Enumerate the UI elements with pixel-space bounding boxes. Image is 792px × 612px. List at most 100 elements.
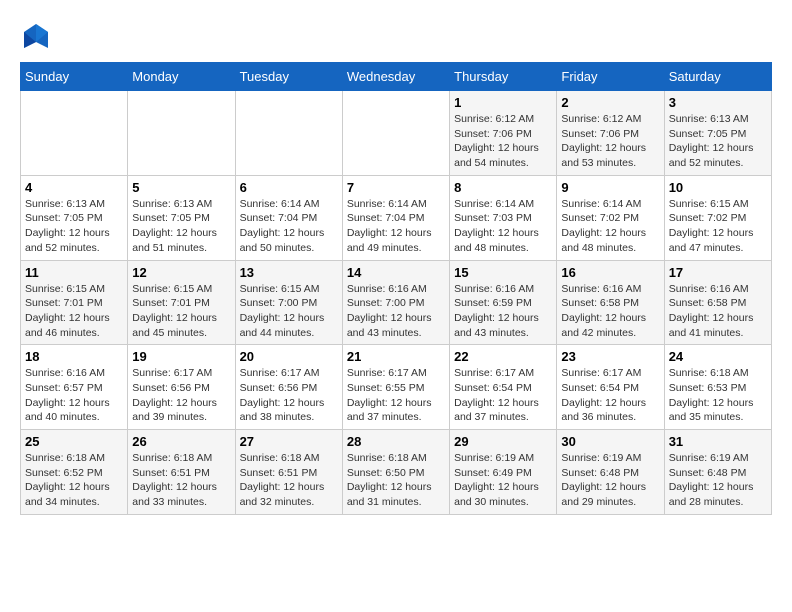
day-info: Sunrise: 6:16 AM Sunset: 6:58 PM Dayligh… xyxy=(561,282,659,341)
day-number: 5 xyxy=(132,180,230,195)
day-info: Sunrise: 6:19 AM Sunset: 6:48 PM Dayligh… xyxy=(669,451,767,510)
week-row-5: 25Sunrise: 6:18 AM Sunset: 6:52 PM Dayli… xyxy=(21,430,772,515)
day-number: 13 xyxy=(240,265,338,280)
day-info: Sunrise: 6:17 AM Sunset: 6:54 PM Dayligh… xyxy=(454,366,552,425)
calendar-cell xyxy=(342,91,449,176)
day-info: Sunrise: 6:13 AM Sunset: 7:05 PM Dayligh… xyxy=(25,197,123,256)
day-info: Sunrise: 6:14 AM Sunset: 7:04 PM Dayligh… xyxy=(240,197,338,256)
weekday-header-tuesday: Tuesday xyxy=(235,63,342,91)
calendar-cell: 23 Sunrise: 6:17 AM Sunset: 6:54 PM Dayli… xyxy=(557,345,664,430)
calendar-cell: 8 Sunrise: 6:14 AM Sunset: 7:03 PM Daylig… xyxy=(450,175,557,260)
day-number: 29 xyxy=(454,434,552,449)
day-info: Sunrise: 6:15 AM Sunset: 7:01 PM Dayligh… xyxy=(25,282,123,341)
day-info: Sunrise: 6:15 AM Sunset: 7:00 PM Dayligh… xyxy=(240,282,338,341)
day-number: 25 xyxy=(25,434,123,449)
day-info: Sunrise: 6:18 AM Sunset: 6:53 PM Dayligh… xyxy=(669,366,767,425)
week-row-1: 1 Sunrise: 6:12 AM Sunset: 7:06 PM Daylig… xyxy=(21,91,772,176)
weekday-header-friday: Friday xyxy=(557,63,664,91)
day-info: Sunrise: 6:18 AM Sunset: 6:51 PM Dayligh… xyxy=(132,451,230,510)
calendar-cell: 9Sunrise: 6:14 AM Sunset: 7:02 PM Daylig… xyxy=(557,175,664,260)
day-number: 15 xyxy=(454,265,552,280)
week-row-3: 11 Sunrise: 6:15 AM Sunset: 7:01 PM Dayli… xyxy=(21,260,772,345)
day-number: 11 xyxy=(25,265,123,280)
day-number: 17 xyxy=(669,265,767,280)
day-info: Sunrise: 6:13 AM Sunset: 7:05 PM Dayligh… xyxy=(132,197,230,256)
day-number: 4 xyxy=(25,180,123,195)
page-header xyxy=(20,20,772,52)
week-row-4: 18 Sunrise: 6:16 AM Sunset: 6:57 PM Dayli… xyxy=(21,345,772,430)
day-info: Sunrise: 6:13 AM Sunset: 7:05 PM Dayligh… xyxy=(669,112,767,171)
calendar-cell: 17Sunrise: 6:16 AM Sunset: 6:58 PM Dayli… xyxy=(664,260,771,345)
day-info: Sunrise: 6:17 AM Sunset: 6:54 PM Dayligh… xyxy=(561,366,659,425)
calendar-cell: 10 Sunrise: 6:15 AM Sunset: 7:02 PM Dayli… xyxy=(664,175,771,260)
day-number: 26 xyxy=(132,434,230,449)
day-number: 14 xyxy=(347,265,445,280)
calendar-cell: 28 Sunrise: 6:18 AM Sunset: 6:50 PM Dayli… xyxy=(342,430,449,515)
calendar-cell: 27Sunrise: 6:18 AM Sunset: 6:51 PM Dayli… xyxy=(235,430,342,515)
day-number: 3 xyxy=(669,95,767,110)
calendar-cell: 4 Sunrise: 6:13 AM Sunset: 7:05 PM Daylig… xyxy=(21,175,128,260)
logo-icon xyxy=(20,20,52,52)
day-number: 21 xyxy=(347,349,445,364)
calendar-body: 1 Sunrise: 6:12 AM Sunset: 7:06 PM Daylig… xyxy=(21,91,772,515)
calendar-cell: 5 Sunrise: 6:13 AM Sunset: 7:05 PM Daylig… xyxy=(128,175,235,260)
calendar-cell: 1 Sunrise: 6:12 AM Sunset: 7:06 PM Daylig… xyxy=(450,91,557,176)
calendar-cell: 30 Sunrise: 6:19 AM Sunset: 6:48 PM Dayli… xyxy=(557,430,664,515)
day-number: 18 xyxy=(25,349,123,364)
day-info: Sunrise: 6:14 AM Sunset: 7:02 PM Dayligh… xyxy=(561,197,659,256)
calendar-cell xyxy=(235,91,342,176)
day-info: Sunrise: 6:16 AM Sunset: 7:00 PM Dayligh… xyxy=(347,282,445,341)
day-number: 23 xyxy=(561,349,659,364)
calendar-table: SundayMondayTuesdayWednesdayThursdayFrid… xyxy=(20,62,772,515)
day-info: Sunrise: 6:12 AM Sunset: 7:06 PM Dayligh… xyxy=(454,112,552,171)
calendar-cell: 21Sunrise: 6:17 AM Sunset: 6:55 PM Dayli… xyxy=(342,345,449,430)
week-row-2: 4 Sunrise: 6:13 AM Sunset: 7:05 PM Daylig… xyxy=(21,175,772,260)
weekday-header-monday: Monday xyxy=(128,63,235,91)
weekday-header-row: SundayMondayTuesdayWednesdayThursdayFrid… xyxy=(21,63,772,91)
day-number: 6 xyxy=(240,180,338,195)
day-info: Sunrise: 6:19 AM Sunset: 6:48 PM Dayligh… xyxy=(561,451,659,510)
calendar-cell xyxy=(128,91,235,176)
day-info: Sunrise: 6:15 AM Sunset: 7:01 PM Dayligh… xyxy=(132,282,230,341)
weekday-header-thursday: Thursday xyxy=(450,63,557,91)
day-info: Sunrise: 6:16 AM Sunset: 6:59 PM Dayligh… xyxy=(454,282,552,341)
calendar-cell: 15 Sunrise: 6:16 AM Sunset: 6:59 PM Dayli… xyxy=(450,260,557,345)
calendar-cell: 31Sunrise: 6:19 AM Sunset: 6:48 PM Dayli… xyxy=(664,430,771,515)
calendar-cell: 25Sunrise: 6:18 AM Sunset: 6:52 PM Dayli… xyxy=(21,430,128,515)
day-info: Sunrise: 6:15 AM Sunset: 7:02 PM Dayligh… xyxy=(669,197,767,256)
calendar-cell: 24Sunrise: 6:18 AM Sunset: 6:53 PM Dayli… xyxy=(664,345,771,430)
day-number: 8 xyxy=(454,180,552,195)
weekday-header-saturday: Saturday xyxy=(664,63,771,91)
calendar-cell: 7 Sunrise: 6:14 AM Sunset: 7:04 PM Daylig… xyxy=(342,175,449,260)
day-number: 16 xyxy=(561,265,659,280)
calendar-cell: 18 Sunrise: 6:16 AM Sunset: 6:57 PM Dayli… xyxy=(21,345,128,430)
calendar-cell: 11 Sunrise: 6:15 AM Sunset: 7:01 PM Dayli… xyxy=(21,260,128,345)
day-number: 27 xyxy=(240,434,338,449)
calendar-cell: 26 Sunrise: 6:18 AM Sunset: 6:51 PM Dayli… xyxy=(128,430,235,515)
day-info: Sunrise: 6:17 AM Sunset: 6:56 PM Dayligh… xyxy=(240,366,338,425)
calendar-cell: 16 Sunrise: 6:16 AM Sunset: 6:58 PM Dayli… xyxy=(557,260,664,345)
calendar-cell: 13 Sunrise: 6:15 AM Sunset: 7:00 PM Dayli… xyxy=(235,260,342,345)
day-info: Sunrise: 6:14 AM Sunset: 7:03 PM Dayligh… xyxy=(454,197,552,256)
calendar-cell: 3 Sunrise: 6:13 AM Sunset: 7:05 PM Daylig… xyxy=(664,91,771,176)
calendar-cell: 14 Sunrise: 6:16 AM Sunset: 7:00 PM Dayli… xyxy=(342,260,449,345)
day-number: 28 xyxy=(347,434,445,449)
calendar-cell xyxy=(21,91,128,176)
calendar-cell: 22Sunrise: 6:17 AM Sunset: 6:54 PM Dayli… xyxy=(450,345,557,430)
logo xyxy=(20,20,56,52)
day-info: Sunrise: 6:14 AM Sunset: 7:04 PM Dayligh… xyxy=(347,197,445,256)
day-number: 1 xyxy=(454,95,552,110)
day-number: 30 xyxy=(561,434,659,449)
day-info: Sunrise: 6:17 AM Sunset: 6:56 PM Dayligh… xyxy=(132,366,230,425)
calendar-header: SundayMondayTuesdayWednesdayThursdayFrid… xyxy=(21,63,772,91)
weekday-header-sunday: Sunday xyxy=(21,63,128,91)
day-number: 20 xyxy=(240,349,338,364)
day-info: Sunrise: 6:12 AM Sunset: 7:06 PM Dayligh… xyxy=(561,112,659,171)
day-number: 10 xyxy=(669,180,767,195)
day-number: 7 xyxy=(347,180,445,195)
day-info: Sunrise: 6:18 AM Sunset: 6:50 PM Dayligh… xyxy=(347,451,445,510)
calendar-cell: 19Sunrise: 6:17 AM Sunset: 6:56 PM Dayli… xyxy=(128,345,235,430)
calendar-cell: 2Sunrise: 6:12 AM Sunset: 7:06 PM Daylig… xyxy=(557,91,664,176)
day-info: Sunrise: 6:19 AM Sunset: 6:49 PM Dayligh… xyxy=(454,451,552,510)
day-info: Sunrise: 6:16 AM Sunset: 6:57 PM Dayligh… xyxy=(25,366,123,425)
